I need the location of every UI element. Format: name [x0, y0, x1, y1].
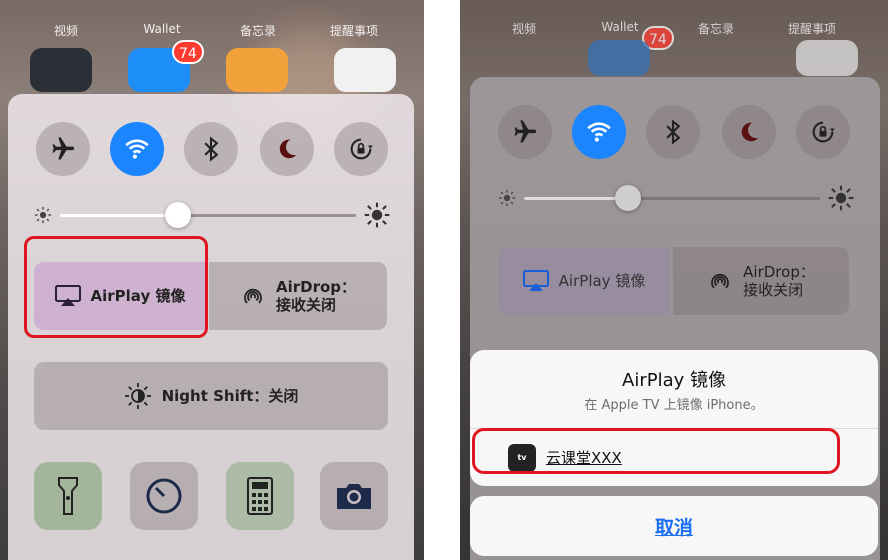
books-app-icon[interactable]	[226, 48, 288, 92]
flashlight-icon	[58, 477, 78, 515]
home-label-wallet: Wallet	[143, 22, 181, 36]
airdrop-icon	[244, 288, 262, 304]
home-label-reminders: 提醒事项	[329, 24, 378, 38]
airdrop-icon	[711, 273, 729, 289]
brightness-thumb[interactable]	[615, 185, 641, 211]
health-app-icon[interactable]	[796, 40, 858, 76]
sun-large-icon	[364, 202, 390, 228]
night-shift-label: Night Shift：关闭	[161, 387, 299, 405]
wifi-toggle[interactable]	[572, 105, 626, 159]
home-label-notes: 备忘录	[697, 22, 734, 36]
airplane-mode-toggle[interactable]	[36, 122, 90, 176]
cancel-button[interactable]: 取消	[470, 496, 878, 556]
app-badge: 74	[172, 40, 204, 64]
stocks-app-icon[interactable]	[30, 48, 92, 92]
wifi-toggle[interactable]	[110, 122, 164, 176]
left-screenshot: 视频 Wallet 备忘录 提醒事项 74 AirPlay 镜像 AirDrop…	[0, 0, 424, 560]
flashlight-button[interactable]	[34, 462, 102, 530]
airdrop-line1: AirDrop：	[743, 263, 815, 281]
airdrop-line1: AirDrop：	[275, 278, 357, 296]
highlight-airplay	[24, 236, 208, 338]
home-label-video: 视频	[511, 22, 536, 36]
timer-icon	[146, 478, 182, 514]
highlight-device	[472, 428, 840, 474]
airdrop-button[interactable]: AirDrop： 接收关闭	[209, 262, 387, 330]
brightness-fill	[60, 214, 178, 217]
airplay-mirroring-button[interactable]: AirPlay 镜像	[498, 247, 670, 315]
home-label-reminders: 提醒事项	[787, 22, 836, 36]
brightness-thumb[interactable]	[165, 202, 191, 228]
do-not-disturb-toggle[interactable]	[260, 122, 314, 176]
wifi-icon	[587, 122, 611, 142]
camera-button[interactable]	[320, 462, 388, 530]
health-app-icon[interactable]	[334, 48, 396, 92]
sheet-title: AirPlay 镜像	[622, 370, 726, 391]
home-label-video: 视频	[53, 24, 78, 38]
bluetooth-toggle[interactable]	[184, 122, 238, 176]
brightness-fill	[524, 197, 628, 200]
bluetooth-icon	[204, 136, 219, 162]
airplane-mode-toggle[interactable]	[498, 105, 552, 159]
rotation-lock-icon	[812, 121, 835, 143]
calculator-icon	[247, 477, 273, 515]
rotation-lock-icon	[350, 138, 373, 160]
sheet-subtitle: 在 Apple TV 上镜像 iPhone。	[584, 398, 764, 413]
moon-icon	[279, 139, 297, 159]
bluetooth-toggle[interactable]	[646, 105, 700, 159]
sun-small-icon	[498, 189, 516, 207]
airdrop-line2: 接收关闭	[275, 296, 336, 314]
right-screenshot: 视频 Wallet 备忘录 提醒事项 74 AirPlay 镜像 AirDrop…	[460, 0, 888, 560]
calculator-button[interactable]	[226, 462, 294, 530]
airplane-icon	[52, 137, 74, 160]
bluetooth-icon	[666, 119, 681, 145]
airplay-label: AirPlay 镜像	[558, 272, 646, 290]
do-not-disturb-toggle[interactable]	[722, 105, 776, 159]
sun-large-icon	[828, 185, 854, 211]
rotation-lock-toggle[interactable]	[796, 105, 850, 159]
control-center: AirPlay 镜像 AirDrop： 接收关闭	[470, 77, 880, 560]
camera-icon	[337, 484, 371, 509]
rotation-lock-toggle[interactable]	[334, 122, 388, 176]
home-label-notes: 备忘录	[239, 24, 276, 38]
airplay-icon	[522, 270, 549, 291]
app-store-icon[interactable]	[588, 40, 650, 76]
night-shift-icon	[124, 383, 151, 409]
airdrop-line2: 接收关闭	[743, 281, 804, 299]
night-shift-button[interactable]: Night Shift：关闭	[34, 362, 388, 430]
airplane-icon	[514, 120, 536, 143]
sun-small-icon	[34, 206, 52, 224]
airdrop-button[interactable]: AirDrop： 接收关闭	[673, 247, 849, 315]
moon-icon	[741, 122, 759, 142]
timer-button[interactable]	[130, 462, 198, 530]
wifi-icon	[125, 139, 149, 159]
